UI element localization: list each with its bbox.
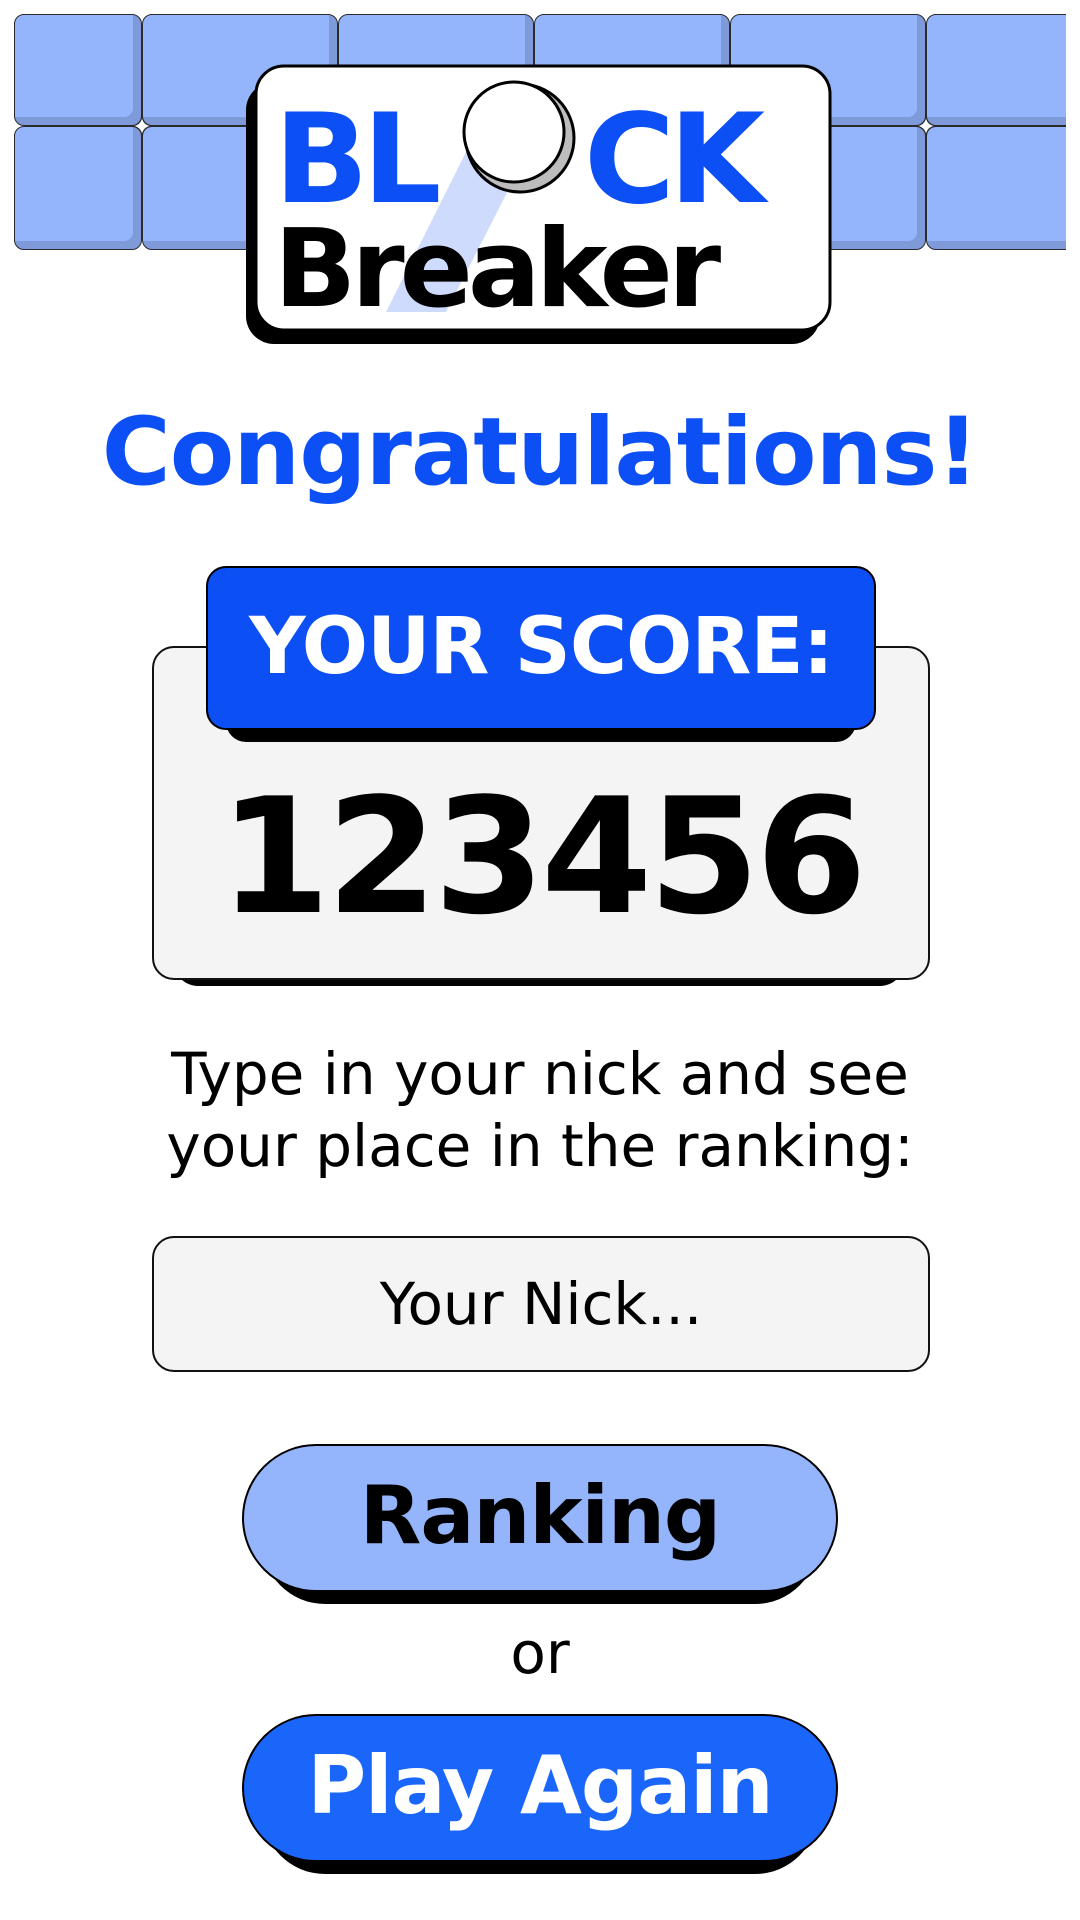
block-breaker-logo: BL CK Breaker <box>246 64 832 344</box>
ball-icon <box>462 80 576 194</box>
score-value: 123456 <box>219 763 867 950</box>
instructions-line-1: Type in your nick and see <box>171 1040 909 1108</box>
brick <box>14 126 142 250</box>
brick <box>926 126 1066 250</box>
instructions-line-2: your place in the ranking: <box>166 1112 914 1180</box>
brick <box>14 14 142 126</box>
play-again-button[interactable]: Play Again <box>242 1714 838 1862</box>
or-separator: or <box>510 1619 570 1687</box>
sparkle-icon <box>132 116 152 136</box>
score-label: YOUR SCORE: <box>206 566 876 730</box>
congratulations-title: Congratulations! <box>101 398 980 507</box>
sparkle-icon <box>916 116 936 136</box>
logo-word-breaker: Breaker <box>274 207 721 332</box>
nick-input[interactable] <box>152 1236 930 1372</box>
nick-instructions: Type in your nick and see your place in … <box>0 1038 1080 1182</box>
ranking-button[interactable]: Ranking <box>242 1444 838 1592</box>
brick <box>926 14 1066 126</box>
